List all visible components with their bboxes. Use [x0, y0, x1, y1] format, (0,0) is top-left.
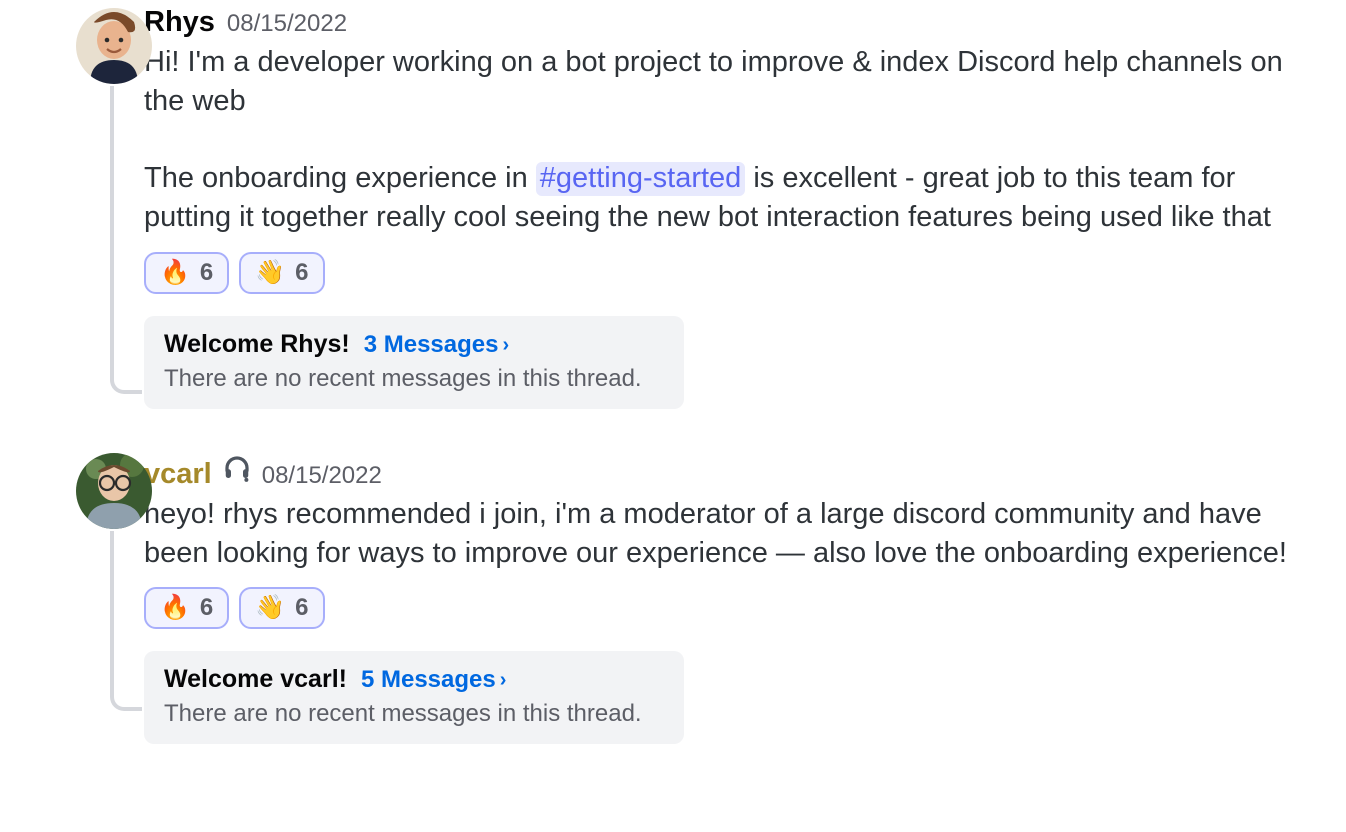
wave-icon: 👋: [255, 261, 285, 285]
chat-message: vcarl 08/15/2022 heyo! rhys recommended …: [40, 449, 1306, 754]
message-text: The onboarding experience in: [144, 162, 536, 194]
message-text: Hi! I'm a developer working on a bot pro…: [144, 46, 1283, 117]
message-body: heyo! rhys recommended i join, i'm a mod…: [144, 495, 1306, 573]
chat-message: Rhys 08/15/2022 Hi! I'm a developer work…: [40, 4, 1306, 419]
thread-messages-link[interactable]: 3 Messages ›: [364, 331, 509, 359]
message-timestamp: 08/15/2022: [227, 12, 347, 36]
chevron-right-icon: ›: [502, 334, 509, 357]
channel-mention[interactable]: #getting-started: [536, 162, 746, 196]
fire-icon: 🔥: [160, 261, 190, 285]
thread-preview[interactable]: Welcome vcarl! 5 Messages › There are no…: [144, 651, 684, 744]
chat-log: Rhys 08/15/2022 Hi! I'm a developer work…: [0, 0, 1346, 754]
headphones-icon: [222, 453, 252, 483]
chevron-right-icon: ›: [500, 669, 507, 692]
thread-messages-link[interactable]: 5 Messages ›: [361, 666, 506, 694]
thread-preview[interactable]: Welcome Rhys! 3 Messages › There are no …: [144, 316, 684, 409]
thread-connector: [110, 531, 142, 711]
reaction-count: 6: [200, 594, 213, 622]
reaction-count: 6: [200, 259, 213, 287]
message-header: vcarl 08/15/2022: [144, 453, 1306, 489]
wave-icon: 👋: [255, 596, 285, 620]
reactions-bar: 🔥 6 👋 6: [144, 587, 1306, 629]
message-body: Hi! I'm a developer working on a bot pro…: [144, 43, 1306, 238]
message-header: Rhys 08/15/2022: [144, 8, 1306, 37]
thread-title: Welcome vcarl!: [164, 665, 347, 694]
fire-icon: 🔥: [160, 596, 190, 620]
username[interactable]: vcarl: [144, 460, 212, 489]
reaction-button[interactable]: 👋 6: [239, 587, 324, 629]
reaction-button[interactable]: 🔥 6: [144, 252, 229, 294]
reactions-bar: 🔥 6 👋 6: [144, 252, 1306, 294]
message-timestamp: 08/15/2022: [262, 464, 382, 488]
reaction-count: 6: [295, 259, 308, 287]
thread-subtext: There are no recent messages in this thr…: [164, 700, 664, 728]
thread-messages-label: 5 Messages: [361, 666, 496, 694]
username[interactable]: Rhys: [144, 8, 215, 37]
avatar[interactable]: [76, 8, 152, 84]
thread-messages-label: 3 Messages: [364, 331, 499, 359]
reaction-button[interactable]: 🔥 6: [144, 587, 229, 629]
reaction-button[interactable]: 👋 6: [239, 252, 324, 294]
message-text: heyo! rhys recommended i join, i'm a mod…: [144, 498, 1287, 569]
reaction-count: 6: [295, 594, 308, 622]
thread-subtext: There are no recent messages in this thr…: [164, 365, 664, 393]
avatar[interactable]: [76, 453, 152, 529]
thread-title: Welcome Rhys!: [164, 330, 350, 359]
thread-connector: [110, 86, 142, 394]
